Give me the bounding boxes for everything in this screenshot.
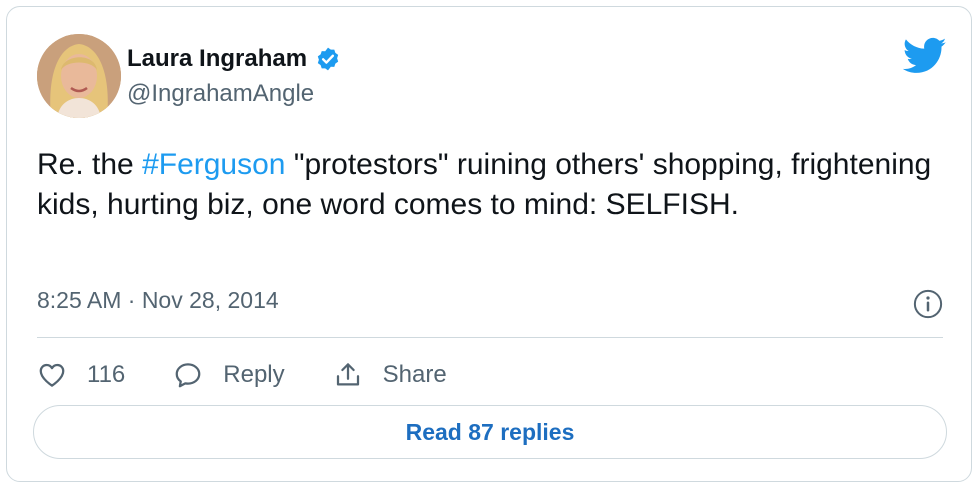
share-button[interactable]: Share: [333, 360, 447, 390]
speech-bubble-icon: [175, 363, 201, 388]
author-name-row[interactable]: Laura Ingraham: [127, 45, 341, 73]
tweet-timestamp[interactable]: 8:25 AM · Nov 28, 2014: [37, 287, 279, 314]
read-replies-button[interactable]: Read 87 replies: [33, 405, 947, 459]
like-count: 116: [87, 361, 126, 388]
share-label: Share: [382, 361, 447, 388]
reply-label: Reply: [223, 361, 285, 388]
tweet-text: Re. the #Ferguson "protestors" ruining o…: [37, 145, 937, 225]
tweet-actions: 116 Reply Share: [37, 355, 495, 395]
heart-icon: [39, 363, 65, 387]
tweet-card: Laura Ingraham @IngrahamAngle Re. the #F…: [6, 6, 972, 482]
divider: [37, 337, 943, 338]
author-handle[interactable]: @IngrahamAngle: [127, 80, 314, 108]
author-name[interactable]: Laura Ingraham: [127, 45, 307, 73]
author-avatar[interactable]: [37, 34, 121, 118]
hashtag-link[interactable]: #Ferguson: [142, 148, 285, 181]
verified-badge-icon: [317, 47, 339, 71]
reply-button[interactable]: Reply: [173, 360, 285, 390]
twitter-bird-icon[interactable]: [903, 37, 947, 75]
info-icon[interactable]: [913, 289, 943, 319]
like-button[interactable]: 116: [37, 360, 125, 390]
avatar-portrait-icon: [37, 34, 121, 118]
tweet-text-start: Re. the: [37, 148, 143, 181]
share-arrow-icon: [336, 363, 359, 386]
